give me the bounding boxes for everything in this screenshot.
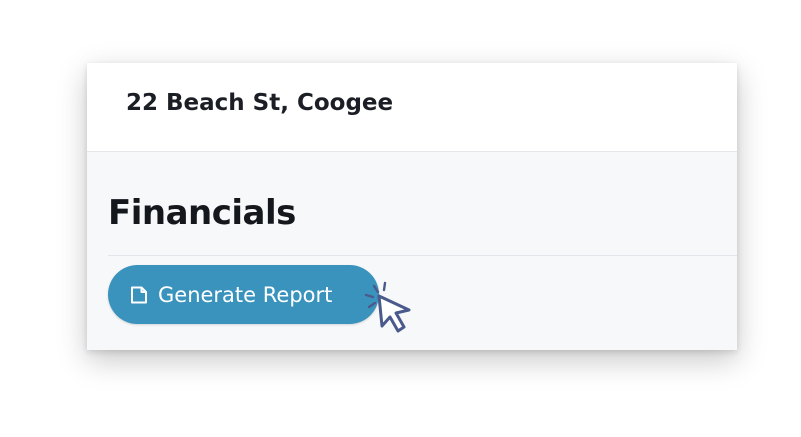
generate-report-button[interactable]: Generate Report: [108, 265, 379, 324]
screenshot-stage: 22 Beach St, Coogee Financials Generate …: [0, 0, 801, 437]
section-divider: [108, 255, 737, 256]
click-cursor-icon: [363, 280, 415, 336]
document-icon: [129, 285, 149, 305]
generate-report-label: Generate Report: [158, 282, 333, 307]
property-address: 22 Beach St, Coogee: [126, 90, 394, 116]
card-header: 22 Beach St, Coogee: [87, 63, 737, 152]
section-title: Financials: [108, 193, 296, 233]
